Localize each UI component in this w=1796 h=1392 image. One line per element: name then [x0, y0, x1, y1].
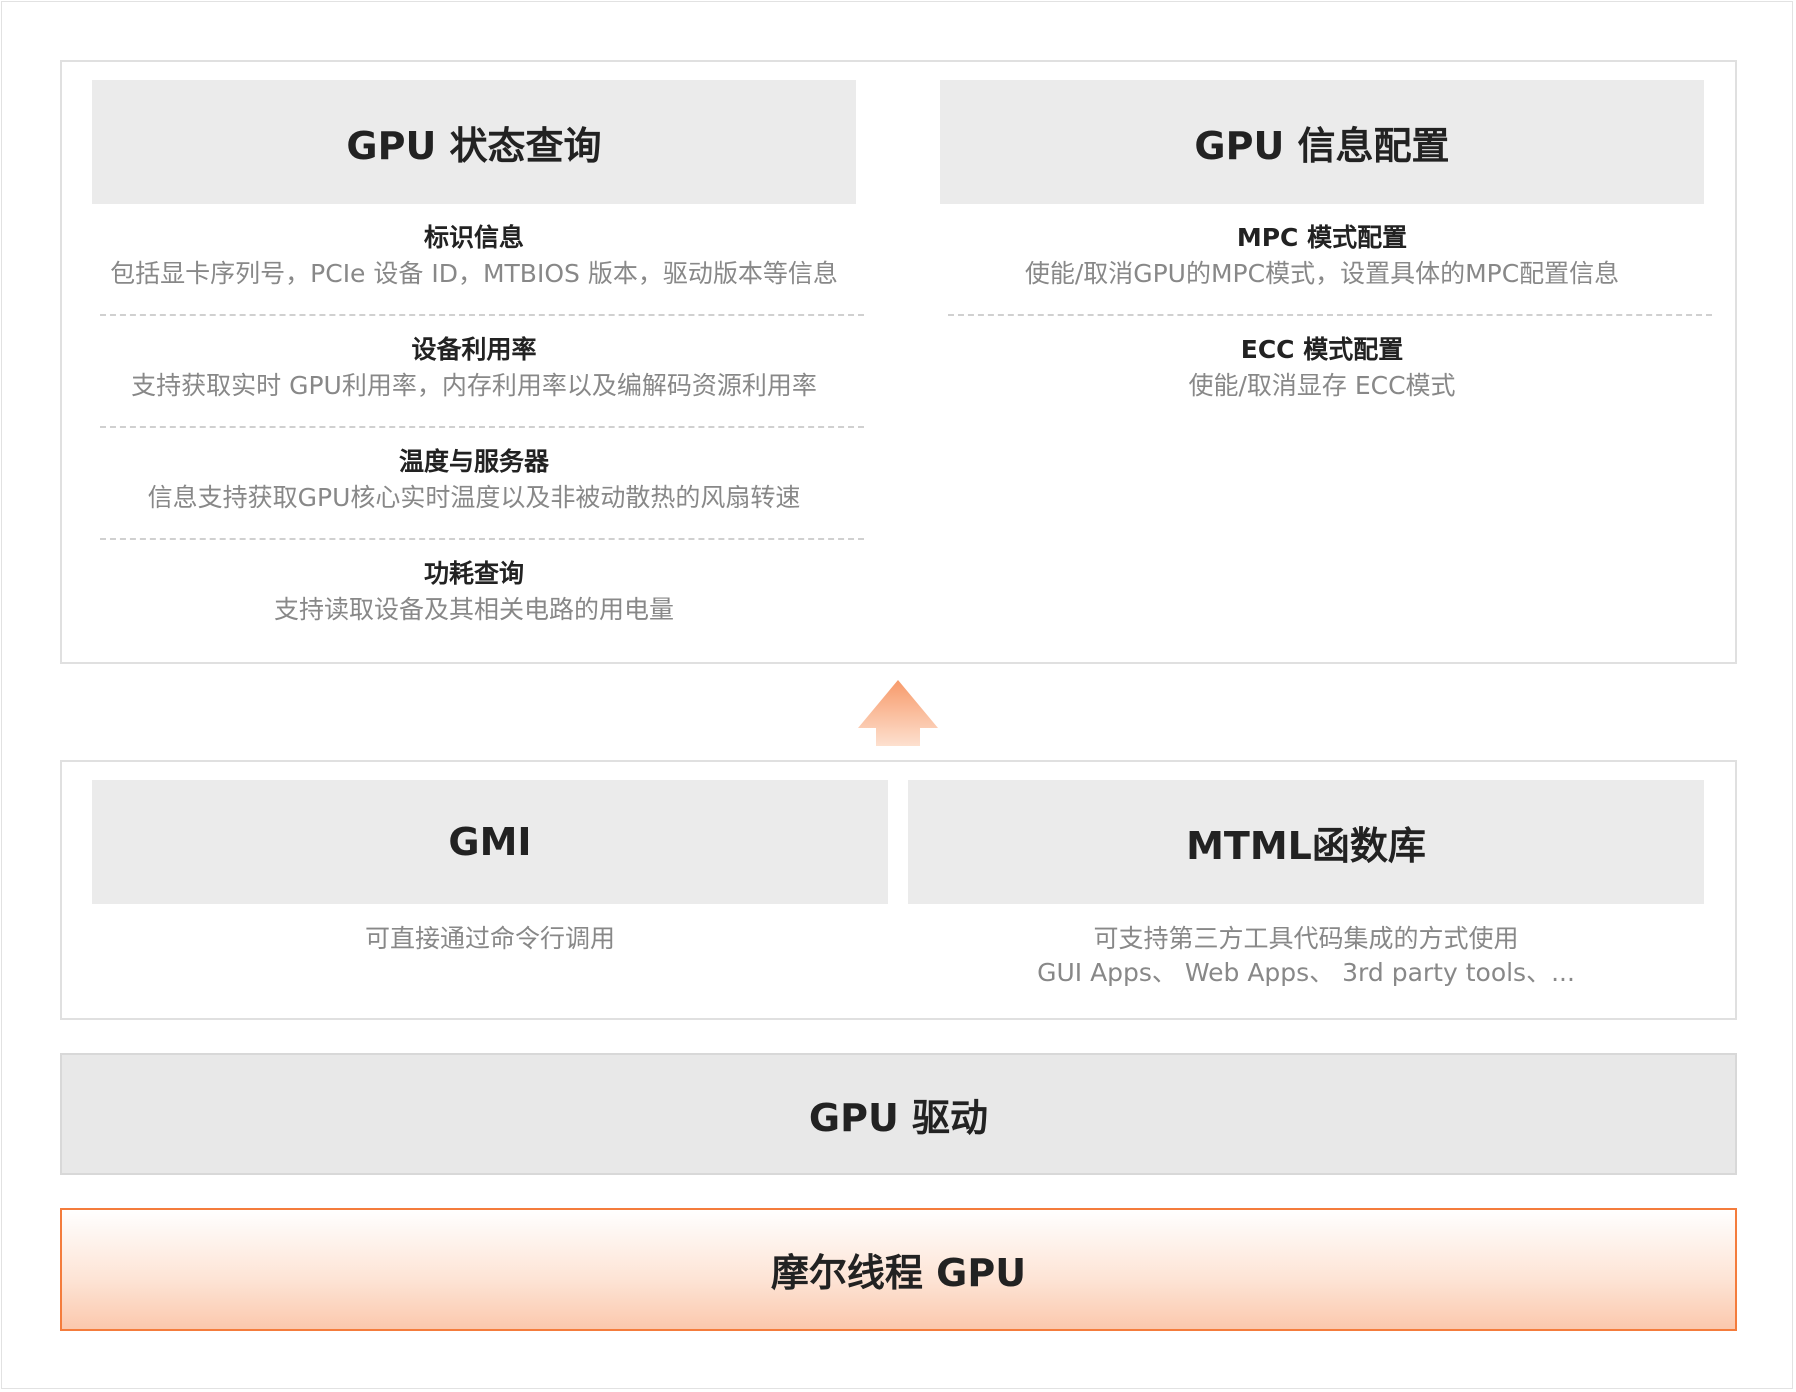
gmi-header: GMI	[92, 780, 888, 904]
item-desc: 使能/取消GPU的MPC模式，设置具体的MPC配置信息	[1024, 259, 1620, 288]
gpu-info-config-header: GPU 信息配置	[940, 80, 1704, 204]
item-title: 功耗查询	[423, 559, 524, 588]
item-desc: 支持获取实时 GPU利用率，内存利用率以及编解码资源利用率	[131, 371, 817, 400]
item-desc: 支持读取设备及其相关电路的用电量	[273, 595, 674, 624]
item-desc: 使能/取消显存 ECC模式	[1188, 371, 1456, 400]
mtml-desc-sub: GUI Apps、 Web Apps、 3rd party tools、...	[1037, 958, 1575, 987]
item-id-info: 标识信息 包括显卡序列号，PCIe 设备 ID，MTBIOS 版本，驱动版本等信…	[92, 220, 856, 292]
item-mpc-config: MPC 模式配置 使能/取消GPU的MPC模式，设置具体的MPC配置信息	[940, 220, 1704, 292]
divider	[100, 314, 864, 316]
item-title: ECC 模式配置	[1240, 335, 1404, 364]
mtml-header: MTML函数库	[908, 780, 1704, 904]
middle-panel: GMI MTML函数库 可直接通过命令行调用 可支持第三方工具代码集成的方式使用…	[60, 760, 1737, 1020]
item-title: 温度与服务器	[398, 447, 549, 476]
item-desc: 信息支持获取GPU核心实时温度以及非被动散热的风扇转速	[147, 483, 801, 512]
item-title: MPC 模式配置	[1236, 223, 1408, 252]
item-temperature: 温度与服务器 信息支持获取GPU核心实时温度以及非被动散热的风扇转速	[92, 444, 856, 516]
moore-threads-gpu-bar: 摩尔线程 GPU	[60, 1208, 1737, 1331]
mtml-desc: 可支持第三方工具代码集成的方式使用	[1093, 924, 1519, 953]
item-title: 标识信息	[423, 223, 524, 252]
top-panel: GPU 状态查询 标识信息 包括显卡序列号，PCIe 设备 ID，MTBIOS …	[60, 60, 1737, 664]
item-desc: 包括显卡序列号，PCIe 设备 ID，MTBIOS 版本，驱动版本等信息	[110, 259, 838, 288]
gmi-desc: 可直接通过命令行调用	[364, 924, 615, 953]
divider	[100, 538, 864, 540]
divider	[100, 426, 864, 428]
item-utilization: 设备利用率 支持获取实时 GPU利用率，内存利用率以及编解码资源利用率	[92, 332, 856, 404]
up-arrow-icon	[858, 680, 938, 746]
item-title: 设备利用率	[411, 335, 537, 364]
gpu-status-query-header: GPU 状态查询	[92, 80, 856, 204]
gpu-driver-bar: GPU 驱动	[60, 1053, 1737, 1175]
item-power: 功耗查询 支持读取设备及其相关电路的用电量	[92, 556, 856, 628]
divider	[948, 314, 1712, 316]
item-ecc-config: ECC 模式配置 使能/取消显存 ECC模式	[940, 332, 1704, 404]
